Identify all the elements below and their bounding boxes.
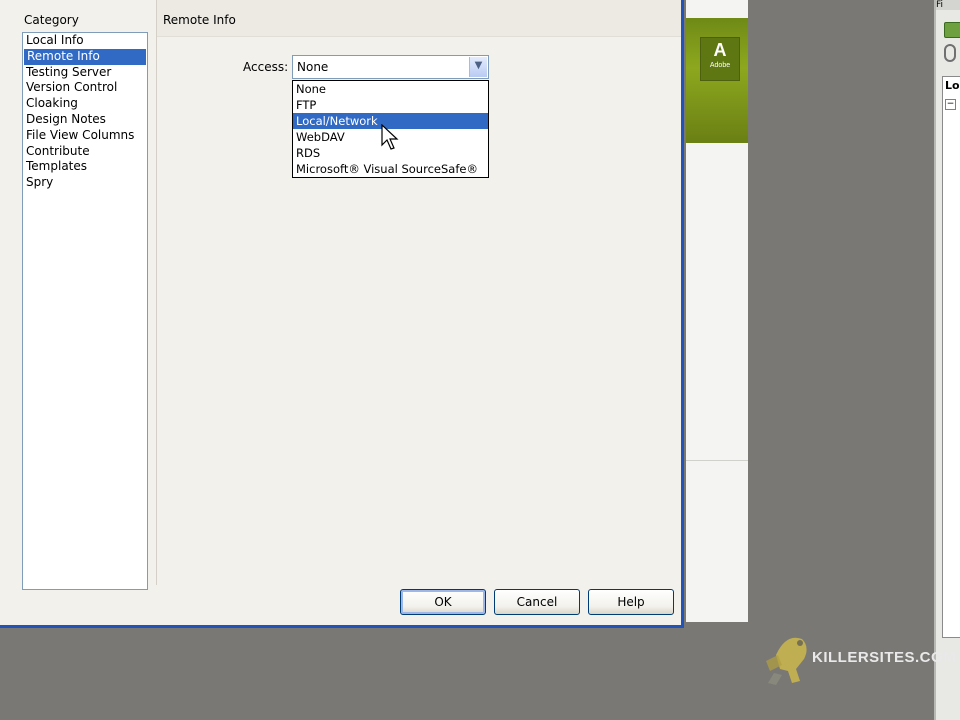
category-local-info[interactable]: Local Info — [23, 33, 147, 49]
cancel-button[interactable]: Cancel — [494, 589, 580, 615]
watermark-text: KILLERSITES.COM — [812, 649, 957, 666]
files-panel: Fi Loc − — [934, 0, 960, 720]
adobe-logo-text: Adobe — [709, 62, 731, 69]
adobe-logo-letter: A — [713, 40, 727, 60]
frog-logo-icon — [766, 637, 807, 685]
help-button[interactable]: Help — [588, 589, 674, 615]
background-divider — [686, 460, 748, 461]
files-panel-title: Fi — [936, 0, 960, 10]
folder-icon[interactable] — [944, 22, 960, 38]
access-select-value: None — [297, 60, 329, 74]
adobe-logo: A Adobe — [700, 37, 740, 81]
category-design-notes[interactable]: Design Notes — [23, 112, 147, 128]
category-cloaking[interactable]: Cloaking — [23, 96, 147, 112]
collapse-icon[interactable]: − — [945, 99, 956, 110]
category-remote-info[interactable]: Remote Info — [24, 48, 146, 65]
access-select[interactable]: None ▼ — [292, 55, 489, 79]
access-label: Access: — [243, 60, 289, 74]
access-option-none[interactable]: None — [293, 81, 488, 97]
sync-icon[interactable] — [944, 44, 956, 62]
access-option-sourcesafe[interactable]: Microsoft® Visual SourceSafe® — [293, 161, 488, 177]
category-version-control[interactable]: Version Control — [23, 80, 147, 96]
files-list-header: Loc — [945, 79, 960, 92]
category-list[interactable]: Local Info Remote Info Testing Server Ve… — [22, 32, 148, 590]
access-option-ftp[interactable]: FTP — [293, 97, 488, 113]
panel-divider — [156, 0, 157, 585]
category-header: Category — [24, 13, 79, 27]
site-definition-dialog: Category Local Info Remote Info Testing … — [0, 0, 684, 628]
category-templates[interactable]: Templates — [23, 159, 147, 175]
category-testing-server[interactable]: Testing Server — [23, 65, 147, 81]
category-contribute[interactable]: Contribute — [23, 144, 147, 160]
ok-button[interactable]: OK — [400, 589, 486, 615]
category-spry[interactable]: Spry — [23, 175, 147, 191]
watermark: KILLERSITES.COM — [750, 625, 960, 695]
mouse-cursor-icon — [381, 124, 399, 150]
panel-title: Remote Info — [163, 13, 236, 27]
chevron-down-icon[interactable]: ▼ — [469, 57, 487, 77]
files-list[interactable]: Loc − — [942, 76, 960, 638]
category-file-view-columns[interactable]: File View Columns — [23, 128, 147, 144]
